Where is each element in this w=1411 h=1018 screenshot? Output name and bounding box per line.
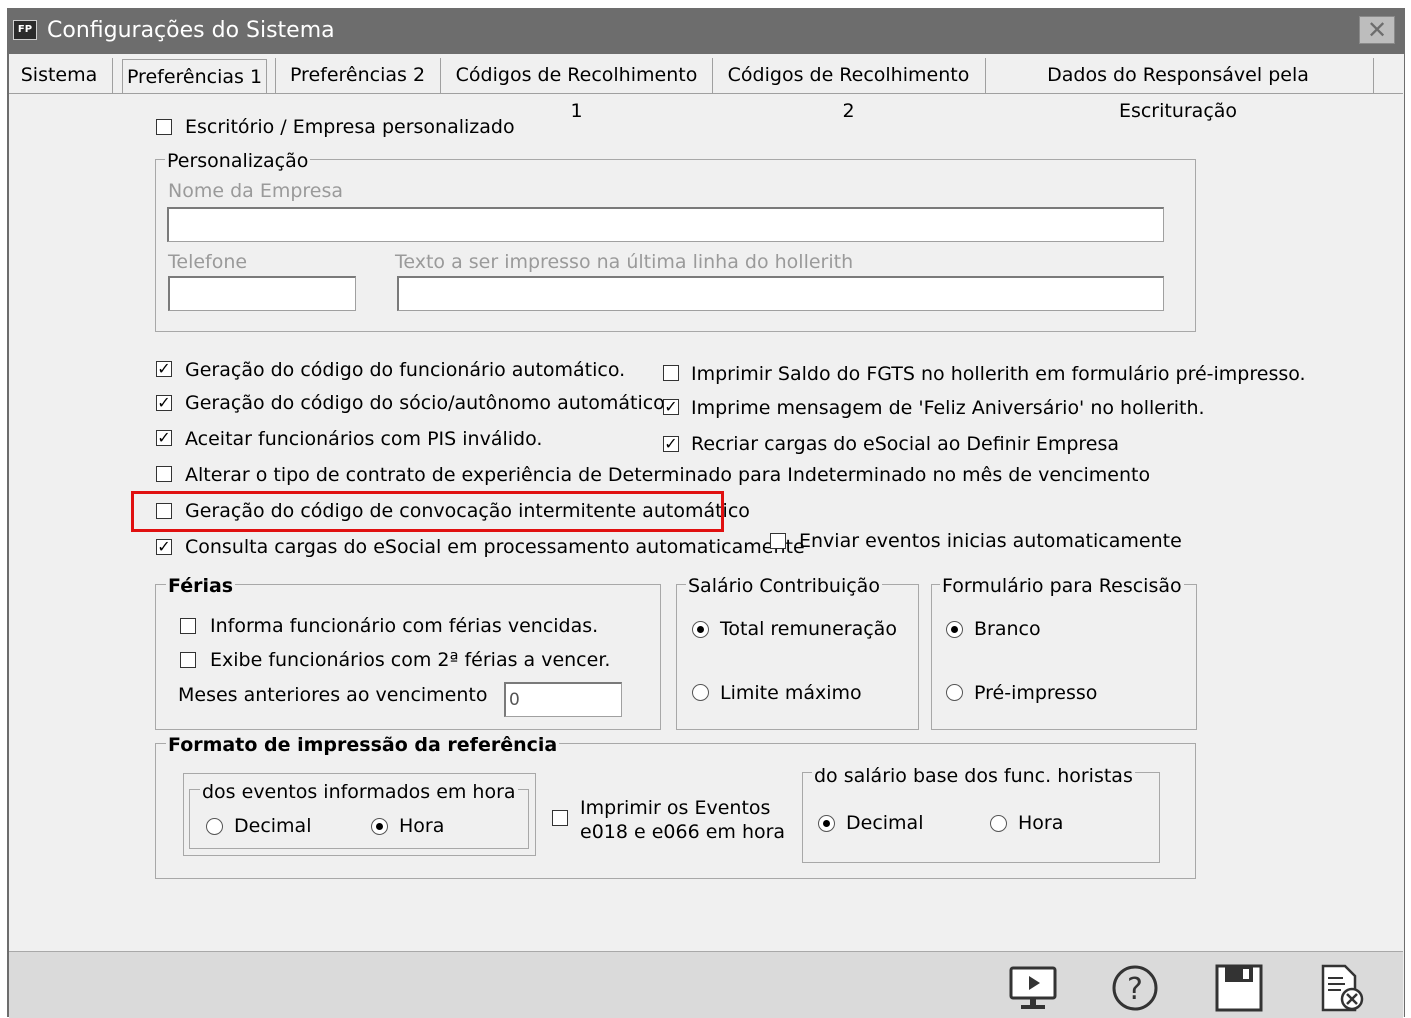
auto-partner-code-label: Geração do código do sócio/autônomo auto… xyxy=(185,392,671,414)
blank-form-radio[interactable] xyxy=(946,621,963,638)
close-document-icon[interactable] xyxy=(1315,962,1367,1014)
app-icon: FP xyxy=(13,20,37,40)
tab-separator xyxy=(275,58,276,94)
tab-separator xyxy=(112,58,113,94)
tab-separator xyxy=(1373,58,1374,94)
window-title: Configurações do Sistema xyxy=(47,18,335,43)
highlight-box xyxy=(131,491,724,532)
salary-decimal-label: Decimal xyxy=(846,812,924,834)
tab-separator xyxy=(440,58,441,94)
ferias-group-title: Férias xyxy=(166,575,236,597)
months-before-input[interactable]: 0 xyxy=(504,682,622,717)
second-vacation-checkbox[interactable] xyxy=(180,652,196,668)
salary-contribution-title: Salário Contribuição xyxy=(686,575,882,597)
custom-company-checkbox[interactable] xyxy=(156,119,172,135)
birthday-message-checkbox[interactable]: ✓ xyxy=(663,399,679,415)
months-before-label: Meses anteriores ao vencimento xyxy=(178,684,488,706)
salary-contribution-group xyxy=(676,584,919,730)
print-events-line2: e018 e e066 em hora xyxy=(580,821,786,843)
salary-decimal-radio[interactable] xyxy=(818,815,835,832)
print-format-title: Formato de impressão da referência xyxy=(166,734,560,756)
total-remuneration-radio[interactable] xyxy=(692,621,709,638)
salary-hour-label: Hora xyxy=(1018,812,1064,834)
hours-decimal-radio[interactable] xyxy=(206,818,223,835)
blank-form-label: Branco xyxy=(974,618,1041,640)
tab-separator xyxy=(712,58,713,94)
overdue-vacation-checkbox[interactable] xyxy=(180,618,196,634)
tab-codigos-recolhimento-1[interactable]: Códigos de Recolhimento 1 xyxy=(448,57,705,122)
overdue-vacation-label: Informa funcionário com férias vencidas. xyxy=(210,615,599,637)
close-window-button[interactable]: ✕ xyxy=(1359,16,1395,44)
termination-form-title: Formulário para Rescisão xyxy=(940,575,1184,597)
print-events-hour-checkbox[interactable] xyxy=(552,810,568,826)
esocial-processing-checkbox[interactable]: ✓ xyxy=(156,539,172,555)
change-contract-type-checkbox[interactable] xyxy=(156,466,172,482)
send-initial-events-label: Enviar eventos inicias automaticamente xyxy=(799,530,1182,552)
max-limit-label: Limite máximo xyxy=(720,682,862,704)
termination-form-group xyxy=(931,584,1197,730)
phone-label: Telefone xyxy=(168,251,248,273)
hours-decimal-label: Decimal xyxy=(234,815,312,837)
tab-sistema[interactable]: Sistema xyxy=(14,57,104,93)
auto-employee-code-label: Geração do código do funcionário automát… xyxy=(185,359,626,381)
preprinted-form-radio[interactable] xyxy=(946,684,963,701)
hours-events-title: dos eventos informados em hora xyxy=(200,781,518,803)
monitor-icon[interactable] xyxy=(1007,962,1059,1014)
hourly-salary-title: do salário base dos func. horistas xyxy=(812,765,1135,787)
fgts-balance-label: Imprimir Saldo do FGTS no hollerith em f… xyxy=(691,363,1306,385)
fgts-balance-checkbox[interactable] xyxy=(663,365,679,381)
company-name-label: Nome da Empresa xyxy=(168,180,344,202)
preprinted-form-label: Pré-impresso xyxy=(974,682,1098,704)
hours-hour-label: Hora xyxy=(399,815,445,837)
save-icon[interactable] xyxy=(1213,962,1265,1014)
tab-preferencias-2[interactable]: Preferências 2 xyxy=(280,57,435,93)
recreate-esocial-label: Recriar cargas do eSocial ao Definir Emp… xyxy=(691,433,1120,455)
hours-hour-radio[interactable] xyxy=(371,818,388,835)
print-events-line1: Imprimir os Eventos xyxy=(580,797,771,819)
payslip-text-input[interactable] xyxy=(397,276,1164,311)
total-remuneration-label: Total remuneração xyxy=(720,618,897,640)
tab-strip-border xyxy=(9,93,1403,94)
phone-input[interactable] xyxy=(168,276,356,311)
send-initial-events-checkbox[interactable] xyxy=(770,533,786,549)
payslip-text-label: Texto a ser impresso na última linha do … xyxy=(395,251,854,273)
salary-hour-radio[interactable] xyxy=(990,815,1007,832)
max-limit-radio[interactable] xyxy=(692,684,709,701)
tab-separator xyxy=(985,58,986,94)
tab-preferencias-1[interactable]: Preferências 1 xyxy=(122,59,267,94)
help-icon[interactable]: ? xyxy=(1109,962,1161,1014)
svg-text:?: ? xyxy=(1127,972,1143,1007)
tab-codigos-recolhimento-2[interactable]: Códigos de Recolhimento 2 xyxy=(720,57,977,122)
auto-employee-code-checkbox[interactable]: ✓ xyxy=(156,361,172,377)
company-name-input[interactable] xyxy=(167,207,1164,242)
birthday-message-label: Imprime mensagem de 'Feliz Aniversário' … xyxy=(691,397,1205,419)
accept-invalid-pis-checkbox[interactable]: ✓ xyxy=(156,430,172,446)
bottom-toolbar xyxy=(9,951,1403,1018)
second-vacation-label: Exibe funcionários com 2ª férias a vence… xyxy=(210,649,611,671)
esocial-processing-label: Consulta cargas do eSocial em processame… xyxy=(185,536,805,558)
change-contract-type-label: Alterar o tipo de contrato de experiênci… xyxy=(185,464,1151,486)
recreate-esocial-checkbox[interactable]: ✓ xyxy=(663,436,679,452)
tab-dados-responsavel[interactable]: Dados do Responsável pela Escrituração xyxy=(992,57,1364,122)
custom-company-label: Escritório / Empresa personalizado xyxy=(185,116,515,138)
personalization-group-title: Personalização xyxy=(165,150,311,172)
accept-invalid-pis-label: Aceitar funcionários com PIS inválido. xyxy=(185,428,543,450)
auto-partner-code-checkbox[interactable]: ✓ xyxy=(156,395,172,411)
